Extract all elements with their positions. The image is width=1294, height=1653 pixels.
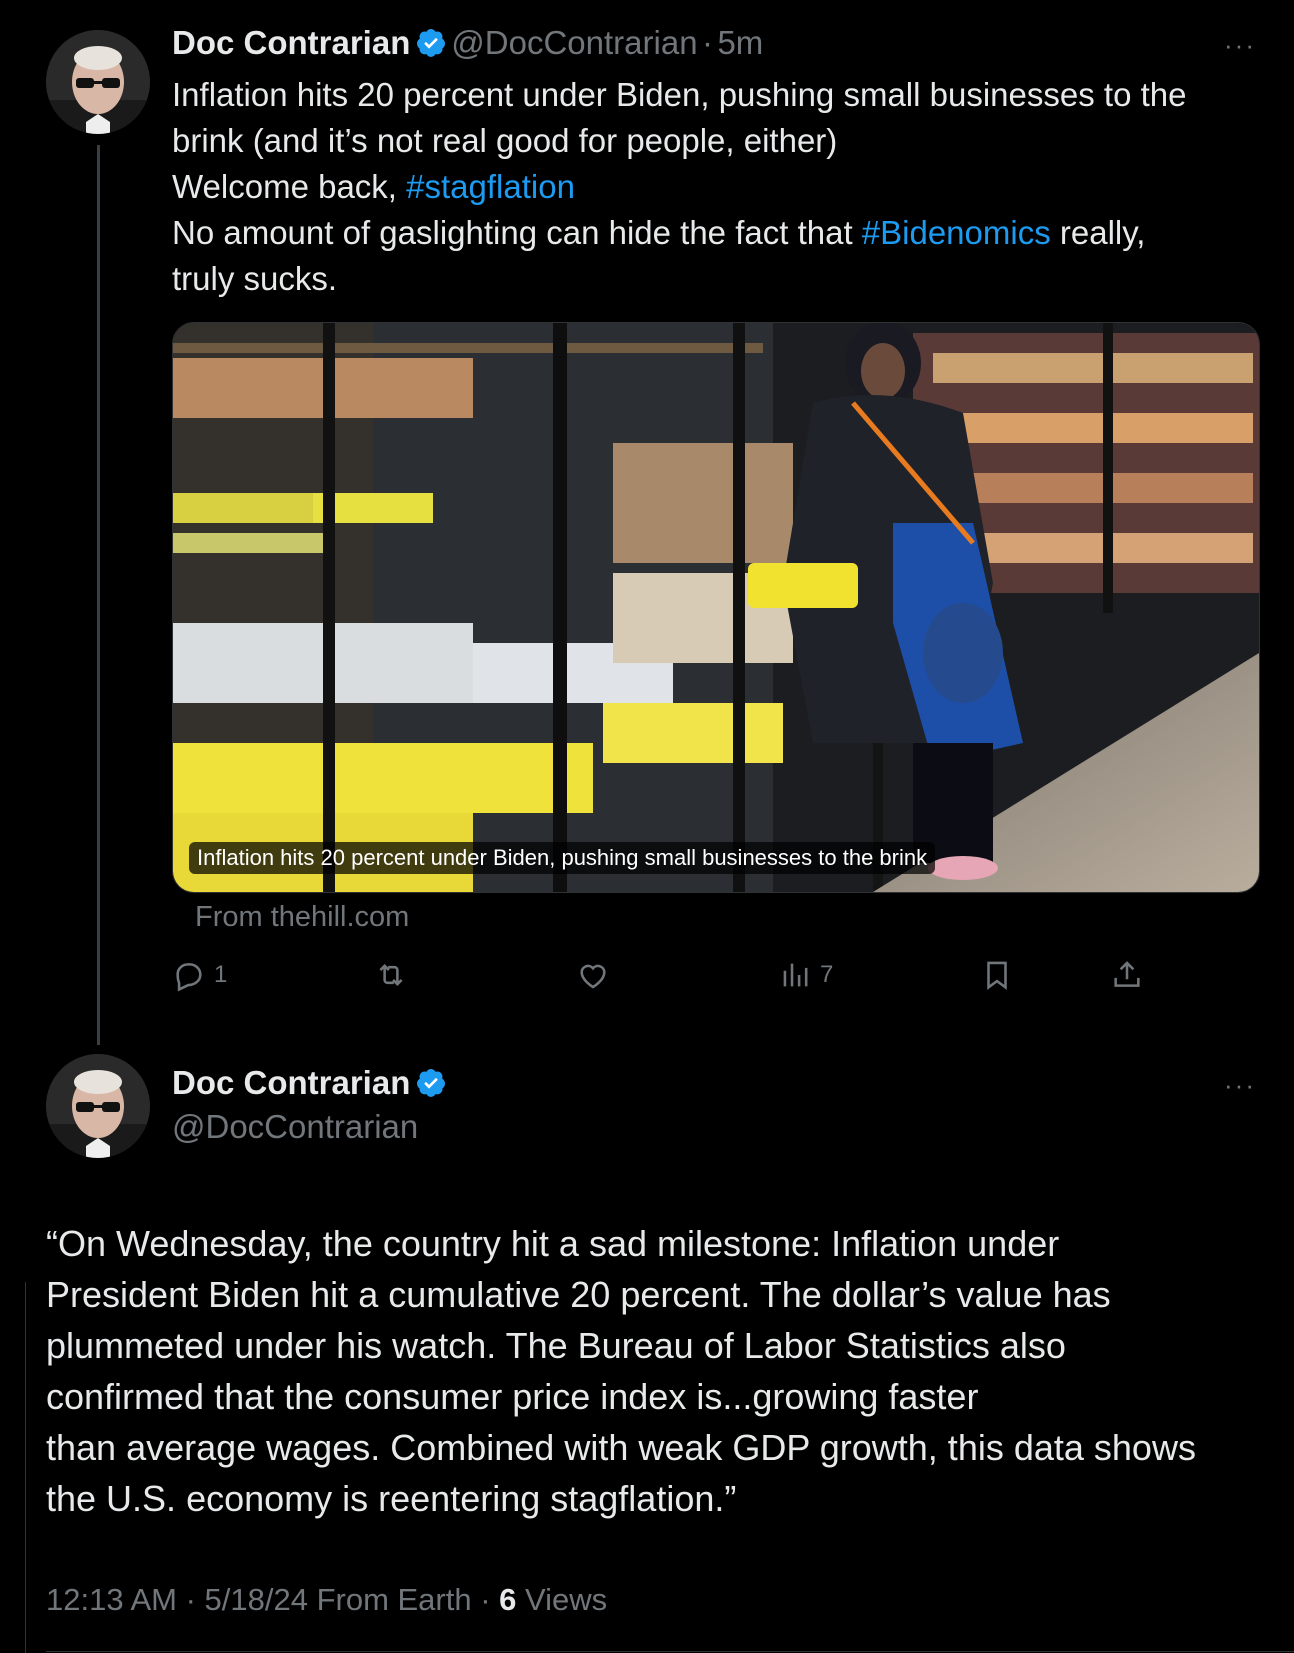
avatar-image	[46, 30, 150, 134]
retweet-icon	[379, 963, 403, 987]
heart-icon	[580, 964, 606, 989]
more-options-icon[interactable]: ···	[1224, 30, 1256, 61]
verified-badge-icon	[416, 29, 445, 57]
tweet-text-line: “On Wednesday, the country hit a sad mil…	[46, 1223, 1060, 1264]
tweet-text-line: truly sucks.	[172, 260, 338, 297]
display-name[interactable]: Doc Contrarian	[172, 24, 410, 61]
tweet-header: Doc Contrarian	[172, 1064, 447, 1102]
share-button[interactable]	[1110, 958, 1144, 992]
avatar[interactable]	[46, 30, 150, 134]
user-handle[interactable]: @DocContrarian	[172, 1108, 418, 1146]
hashtag-link[interactable]: #stagflation	[406, 168, 575, 205]
tweet-text-fragment: Welcome back,	[172, 168, 407, 205]
link-card-source[interactable]: From thehill.com	[195, 901, 409, 934]
tweet-text-line: President Biden hit a cumulative 20 perc…	[46, 1274, 1111, 1315]
tweet-metadata: 12:13 AM · 5/18/24 From Earth · 6 Views	[46, 1582, 607, 1618]
tweet-text-line: No amount of gaslighting can hide the fa…	[172, 210, 1262, 256]
tweet-text-line: confirmed that the consumer price index …	[46, 1376, 979, 1417]
views-count: 7	[820, 961, 834, 988]
tweet-text-line: Inflation hits 20 percent under Biden, p…	[172, 76, 1187, 113]
tweet-text-fragment: really,	[1050, 214, 1146, 251]
tweet-body: Inflation hits 20 percent under Biden, p…	[172, 72, 1262, 302]
user-handle[interactable]: @DocContrarian	[451, 24, 697, 61]
bookmark-icon	[987, 961, 1007, 990]
views-label: Views	[516, 1582, 608, 1617]
tweet-text-line: Welcome back, #stagflation	[172, 164, 1262, 210]
views-button[interactable]: 7	[778, 958, 833, 992]
tweet-body: “On Wednesday, the country hit a sad mil…	[46, 1218, 1286, 1524]
grocery-store-photo	[173, 323, 1259, 892]
column-border	[25, 1282, 26, 1653]
post-timestamp[interactable]: 12:13 AM · 5/18/24 From Earth ·	[46, 1582, 499, 1617]
link-card-caption: Inflation hits 20 percent under Biden, p…	[189, 842, 936, 874]
thread-connector-line	[97, 145, 100, 1045]
views-total: 6	[499, 1582, 517, 1617]
verified-badge-icon	[416, 1069, 445, 1097]
like-button[interactable]	[576, 958, 618, 992]
tweet-header: Doc Contrarian @DocContrarian · 5m	[172, 24, 763, 62]
reply-button[interactable]: 1	[172, 958, 227, 992]
analytics-bar-icon	[783, 963, 808, 987]
avatar[interactable]	[46, 1054, 150, 1158]
tweet-text-line: the U.S. economy is reentering stagflati…	[46, 1478, 737, 1519]
display-name[interactable]: Doc Contrarian	[172, 1064, 410, 1101]
tweet-text-line: plummeted under his watch. The Bureau of…	[46, 1325, 1066, 1366]
bookmark-button[interactable]	[980, 958, 1014, 992]
retweet-button[interactable]	[374, 958, 416, 992]
share-icon	[1114, 961, 1140, 987]
reply-icon	[176, 963, 202, 992]
hashtag-link[interactable]: #Bidenomics	[862, 214, 1051, 251]
tweet-text-fragment: No amount of gaslighting can hide the fa…	[172, 214, 862, 251]
bottom-divider	[46, 1651, 1294, 1652]
timestamp[interactable]: 5m	[717, 24, 763, 61]
more-options-icon[interactable]: ···	[1224, 1070, 1256, 1101]
tweet-text-line: than average wages. Combined with weak G…	[46, 1427, 1196, 1468]
separator-dot: ·	[702, 24, 713, 61]
tweet-text-line: brink (and it’s not real good for people…	[172, 122, 838, 159]
avatar-image	[46, 1054, 150, 1158]
link-card-image[interactable]: Inflation hits 20 percent under Biden, p…	[172, 322, 1260, 893]
reply-count: 1	[214, 961, 228, 988]
